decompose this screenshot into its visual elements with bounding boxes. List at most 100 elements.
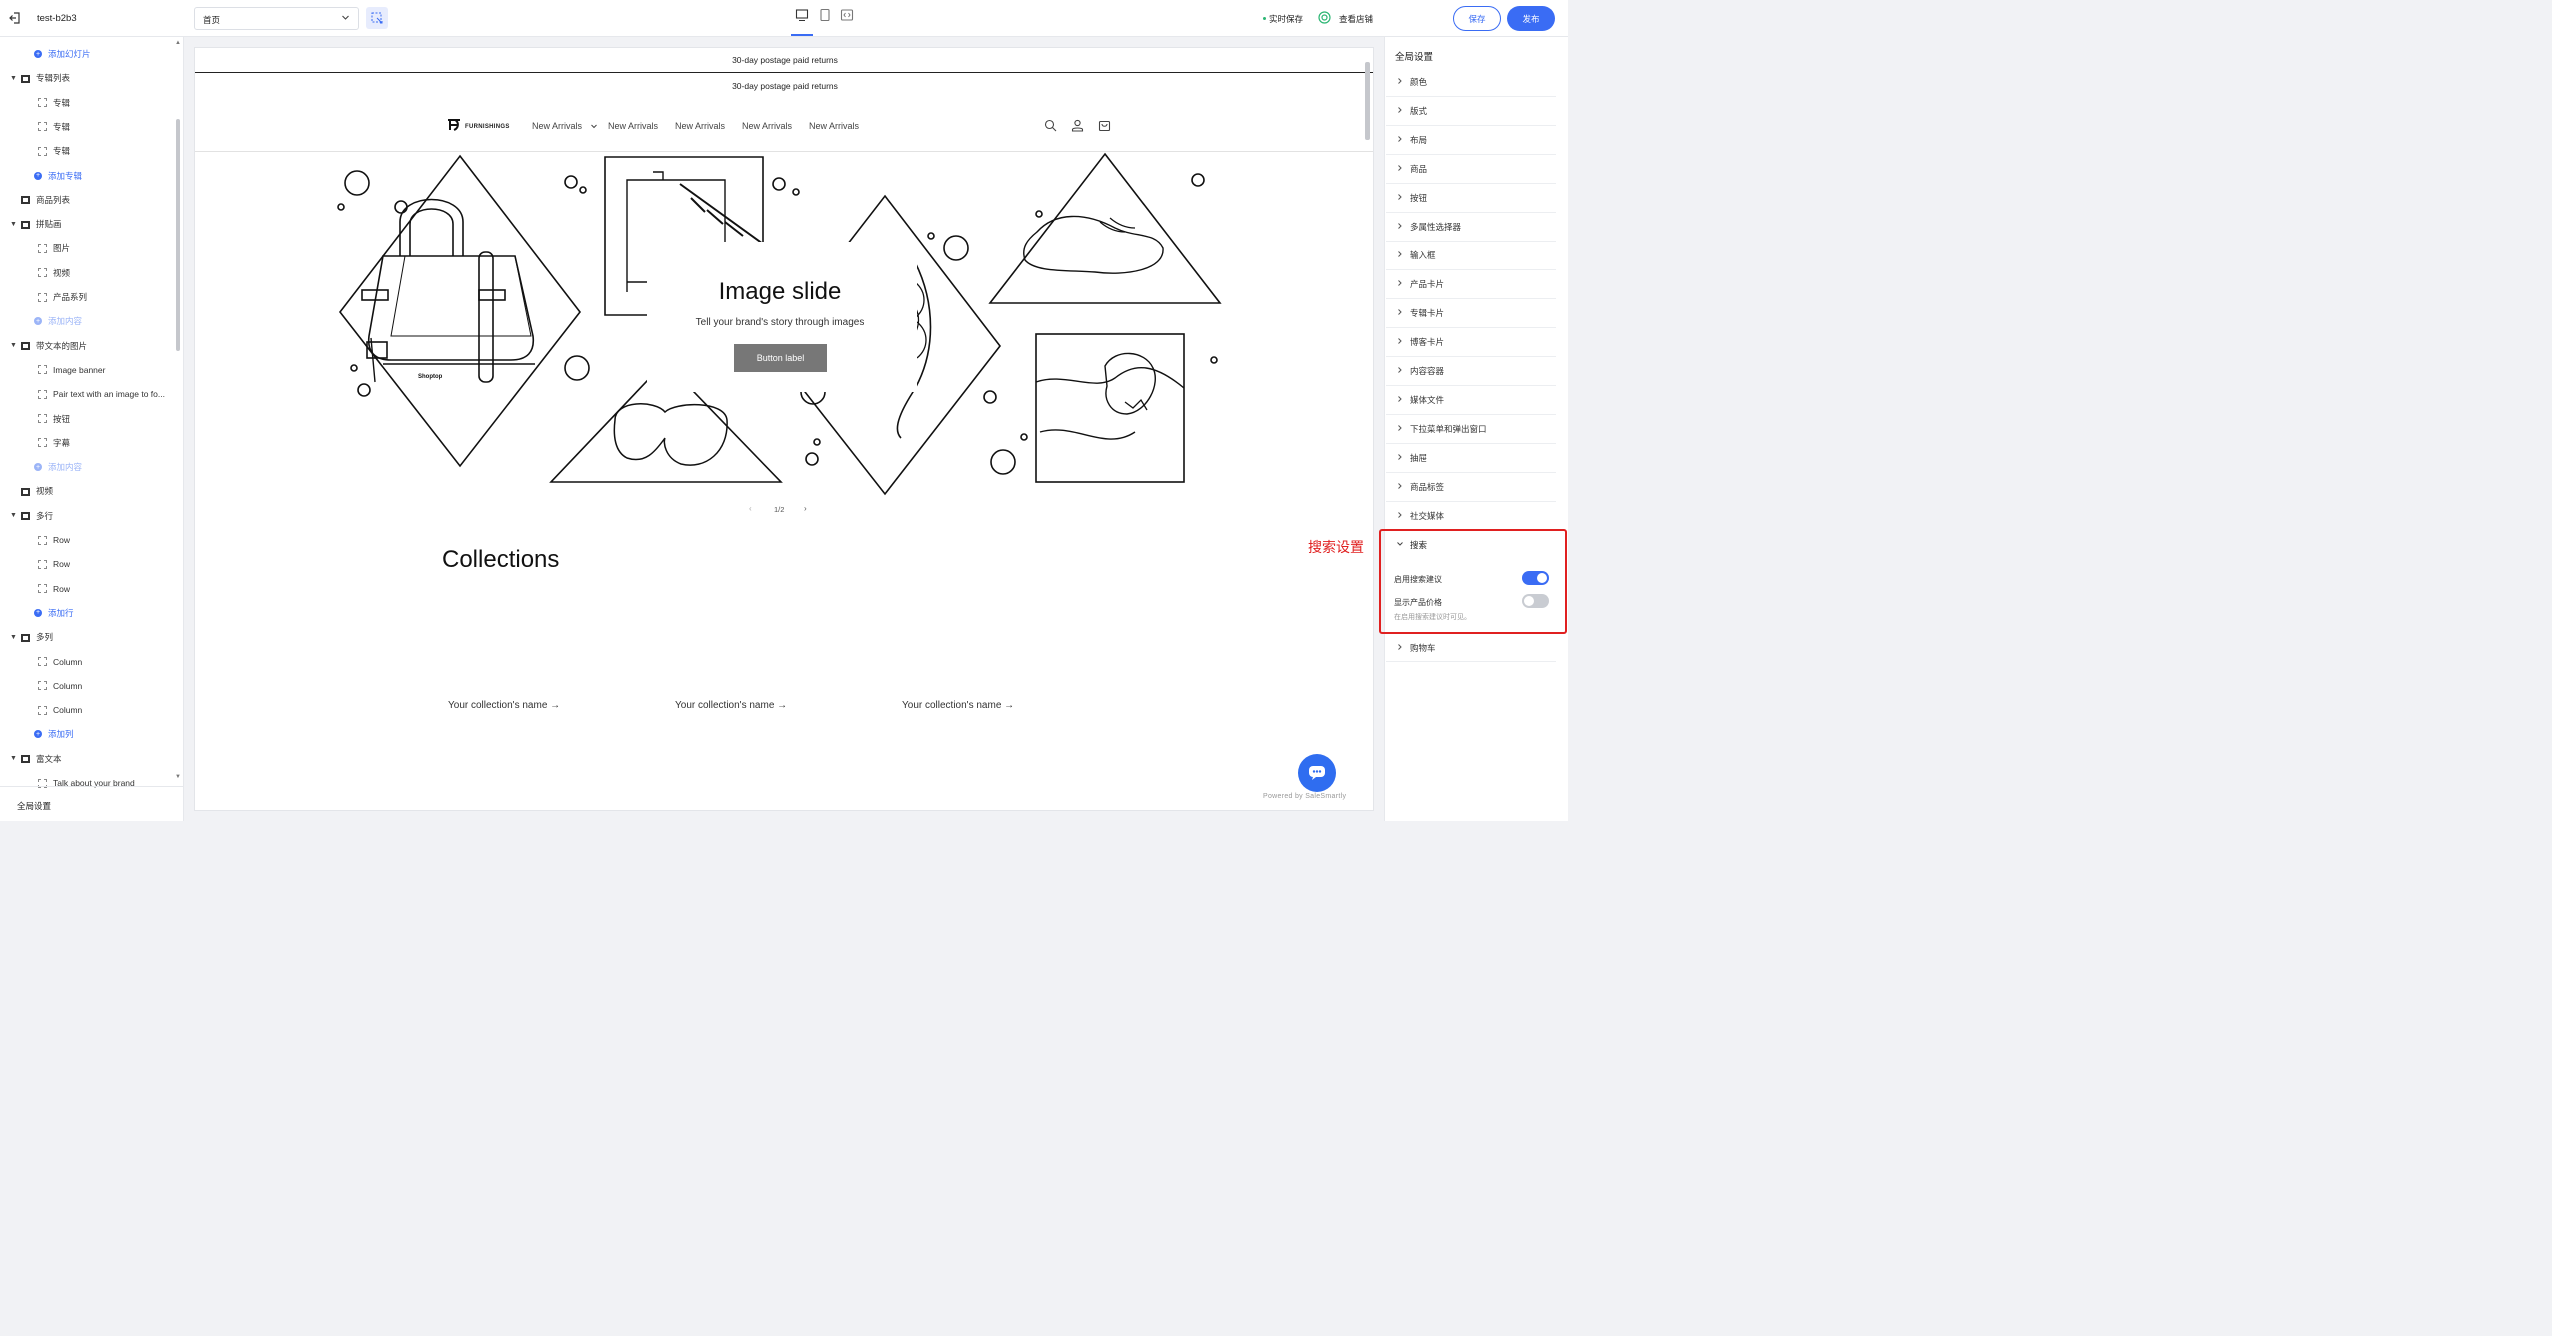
- tree-label: 产品系列: [53, 292, 88, 302]
- search-settings-header[interactable]: 搜索: [1386, 531, 1556, 559]
- tree-block[interactable]: Image banner: [0, 359, 176, 381]
- nav-link-5[interactable]: New Arrivals: [809, 121, 859, 131]
- collection-name-2[interactable]: Your collection's name →: [675, 700, 787, 711]
- settings-item[interactable]: 内容容器: [1386, 357, 1556, 386]
- tree-scrollbar[interactable]: [176, 119, 180, 351]
- view-store-icon[interactable]: [1318, 11, 1331, 26]
- nav-link-2[interactable]: New Arrivals: [608, 121, 658, 131]
- plus-icon: +: [34, 463, 42, 472]
- tree-block[interactable]: 专辑: [0, 140, 176, 162]
- tree-block[interactable]: 图片: [0, 237, 176, 259]
- chat-widget-button[interactable]: [1298, 754, 1336, 792]
- announcement-text-2: 30-day postage paid returns: [732, 81, 838, 91]
- settings-item[interactable]: 布局: [1386, 126, 1556, 155]
- slide-next-icon[interactable]: ›: [804, 504, 807, 513]
- settings-item[interactable]: 版式: [1386, 97, 1556, 126]
- tree-block[interactable]: 视频: [0, 262, 176, 284]
- view-store-link[interactable]: 查看店铺: [1339, 13, 1373, 25]
- settings-item[interactable]: 颜色: [1386, 68, 1556, 97]
- tree-label: 图片: [53, 243, 71, 254]
- settings-item[interactable]: 下拉菜单和弹出窗口: [1386, 415, 1556, 444]
- nav-link-4[interactable]: New Arrivals: [742, 121, 792, 131]
- settings-item[interactable]: 博客卡片: [1386, 328, 1556, 358]
- tree-block[interactable]: Row: [0, 578, 176, 600]
- desktop-view-icon[interactable]: [795, 8, 809, 24]
- logo-mark-icon[interactable]: [446, 118, 464, 134]
- caret-down-icon[interactable]: ▼: [10, 512, 18, 519]
- page-select[interactable]: 首页: [194, 7, 359, 30]
- collection-name-3[interactable]: Your collection's name →: [902, 700, 1014, 711]
- tree-block[interactable]: 产品系列: [0, 286, 176, 308]
- settings-item[interactable]: 商品: [1386, 155, 1556, 184]
- collection-name-1[interactable]: Your collection's name →: [448, 700, 560, 711]
- caret-down-icon[interactable]: ▼: [10, 634, 18, 641]
- tree-block[interactable]: 专辑: [0, 116, 176, 138]
- tree-label: 专辑: [53, 97, 71, 108]
- settings-item[interactable]: 专辑卡片: [1386, 299, 1556, 329]
- scroll-up-icon[interactable]: ▲: [175, 40, 181, 46]
- publish-button[interactable]: 发布: [1507, 6, 1555, 31]
- tree-section[interactable]: ▼ 多列: [0, 626, 176, 648]
- tree-section[interactable]: 视频: [0, 480, 176, 502]
- tree-block[interactable]: 专辑: [0, 92, 176, 114]
- tree-block[interactable]: Pair text with an image to fo...: [0, 383, 176, 405]
- exit-icon[interactable]: [9, 12, 21, 24]
- tree-block[interactable]: Row: [0, 553, 176, 575]
- cart-icon[interactable]: [1098, 119, 1111, 134]
- tree-add-button[interactable]: + 添加专辑: [0, 165, 176, 187]
- slide-prev-icon[interactable]: ‹: [749, 504, 752, 513]
- element-picker-icon[interactable]: [366, 7, 388, 29]
- nav-link-1[interactable]: New Arrivals: [532, 121, 582, 131]
- tree-section[interactable]: ▼ 拼贴画: [0, 213, 176, 235]
- settings-item[interactable]: 媒体文件: [1386, 386, 1556, 415]
- settings-item-cart[interactable]: 购物车: [1386, 634, 1556, 662]
- caret-down-icon[interactable]: ▼: [10, 75, 18, 82]
- show-price-toggle[interactable]: [1522, 594, 1549, 608]
- settings-item[interactable]: 输入框: [1386, 241, 1556, 271]
- tree-label: 视频: [53, 267, 71, 278]
- tree-section[interactable]: 商品列表: [0, 189, 176, 211]
- tree-block[interactable]: Row: [0, 529, 176, 551]
- tree-add-button[interactable]: + 添加行: [0, 602, 176, 624]
- chevron-right-icon: [1396, 511, 1406, 521]
- code-view-icon[interactable]: [840, 8, 854, 24]
- settings-item[interactable]: 商品标签: [1386, 473, 1556, 502]
- tree-add-button[interactable]: + 添加内容: [0, 310, 176, 332]
- account-icon[interactable]: [1071, 119, 1084, 134]
- tablet-view-icon[interactable]: [818, 8, 832, 24]
- slide-button[interactable]: Button label: [734, 344, 827, 372]
- tree-block[interactable]: Column: [0, 675, 176, 697]
- logo-text[interactable]: FURNISHINGS: [465, 124, 510, 130]
- desktop-view-underline: [791, 34, 813, 36]
- settings-item[interactable]: 按钮: [1386, 184, 1556, 213]
- global-settings-footer[interactable]: 全局设置: [0, 786, 184, 821]
- tree-add-button[interactable]: + 添加内容: [0, 456, 176, 478]
- tree-section[interactable]: ▼ 多行: [0, 505, 176, 527]
- section-icon: [20, 753, 31, 764]
- settings-item[interactable]: 社交媒体: [1386, 502, 1556, 531]
- tree-add-button[interactable]: + 添加幻灯片: [0, 43, 176, 65]
- settings-item[interactable]: 抽屉: [1386, 444, 1556, 473]
- search-icon[interactable]: [1044, 119, 1057, 134]
- scroll-down-icon[interactable]: ▼: [175, 774, 181, 780]
- caret-down-icon[interactable]: ▼: [10, 221, 18, 228]
- chevron-right-icon: [1396, 337, 1406, 347]
- nav-chevron-icon[interactable]: [590, 122, 598, 132]
- caret-down-icon[interactable]: ▼: [10, 342, 18, 349]
- caret-down-icon[interactable]: ▼: [10, 755, 18, 762]
- tree-add-button[interactable]: + 添加列: [0, 723, 176, 745]
- tree-section[interactable]: ▼ 富文本: [0, 748, 176, 770]
- tree-section[interactable]: ▼ 专辑列表: [0, 67, 176, 89]
- nav-link-3[interactable]: New Arrivals: [675, 121, 725, 131]
- canvas-scrollbar[interactable]: [1365, 62, 1370, 140]
- tree-block[interactable]: 按钮: [0, 408, 176, 430]
- settings-item[interactable]: 多属性选择器: [1386, 213, 1556, 242]
- enable-suggestions-toggle[interactable]: [1522, 571, 1549, 585]
- save-button[interactable]: 保存: [1453, 6, 1501, 31]
- tree-block[interactable]: 字幕: [0, 432, 176, 454]
- tree-section[interactable]: ▼ 带文本的图片: [0, 335, 176, 357]
- settings-item[interactable]: 产品卡片: [1386, 270, 1556, 300]
- tree-block[interactable]: Column: [0, 699, 176, 721]
- tree-block[interactable]: Column: [0, 651, 176, 673]
- plus-icon: +: [34, 730, 42, 739]
